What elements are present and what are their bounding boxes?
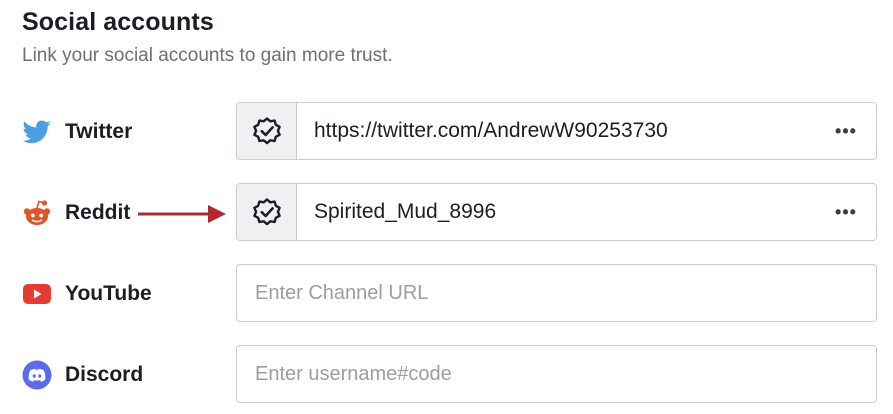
twitter-more-options-button[interactable]: ••• [816,103,876,159]
annotation-arrow-icon [138,205,226,223]
reddit-alien-icon [22,198,52,228]
twitter-url-value: https://twitter.com/AndrewW90253730 [314,119,668,142]
verified-badge-icon [237,184,297,240]
reddit-field: Spirited_Mud_8996 ••• [236,183,877,241]
twitter-field: https://twitter.com/AndrewW90253730 ••• [236,102,877,160]
reddit-platform: Reddit [22,183,130,243]
discord-platform: Discord [22,345,143,405]
youtube-platform: YouTube [22,264,152,324]
reddit-row: Reddit Spirited_Mud_8996 ••• [0,183,893,243]
discord-row: Discord [0,345,893,405]
verified-badge-icon [237,103,297,159]
section-title: Social accounts [22,8,214,36]
twitter-label: Twitter [65,120,133,143]
reddit-username-value: Spirited_Mud_8996 [314,200,497,223]
twitter-row: Twitter https://twitter.com/AndrewW90253… [0,102,893,162]
reddit-label: Reddit [65,201,131,224]
youtube-row: YouTube [0,264,893,324]
section-subtitle: Link your social accounts to gain more t… [22,45,393,66]
twitter-platform: Twitter [22,102,132,162]
reddit-more-options-button[interactable]: ••• [816,184,876,240]
discord-label: Discord [65,363,144,386]
youtube-label: YouTube [65,282,152,305]
discord-icon [22,360,52,390]
discord-field [236,345,877,403]
twitter-bird-icon [22,117,52,147]
youtube-channel-url-input[interactable] [237,265,876,321]
discord-username-input[interactable] [237,346,876,402]
youtube-play-icon [22,279,52,309]
youtube-field [236,264,877,322]
